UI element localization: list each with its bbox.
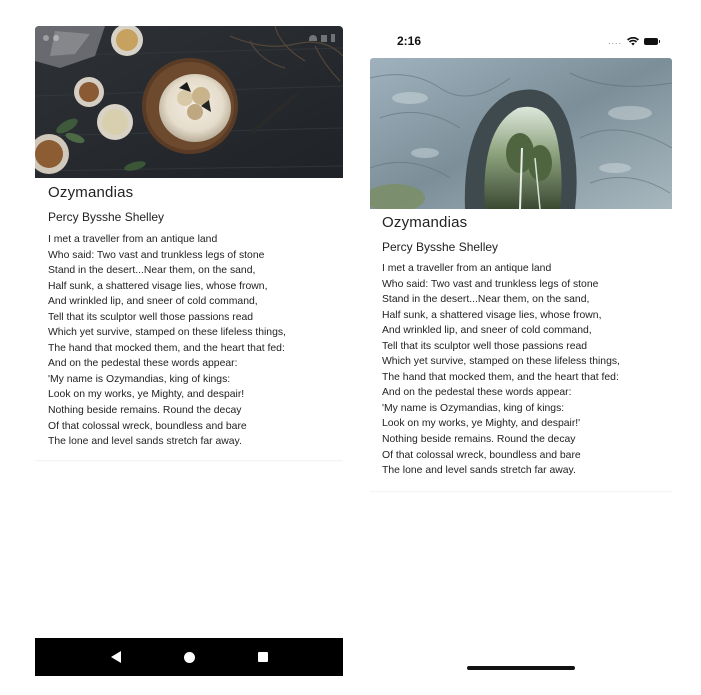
poem-author: Percy Bysshe Shelley [382, 240, 499, 254]
android-wifi-icon [309, 35, 317, 41]
home-circle-icon[interactable] [183, 651, 195, 663]
comparison-stage: Ozymandias Percy Bysshe Shelley I met a … [0, 0, 701, 695]
poem-line: The hand that mocked them, and the heart… [382, 371, 619, 383]
poem-line: Half sunk, a shattered visage lies, whos… [382, 309, 602, 321]
poem-line: Tell that its sculptor well those passio… [382, 340, 588, 352]
poem-line: The hand that mocked them, and the heart… [48, 342, 285, 354]
ios-status-bar: 2:16 .... [370, 26, 672, 56]
poem-line: Look on my works, ye Mighty, and despair… [48, 389, 245, 401]
ios-status-right: .... [607, 36, 660, 46]
poem-line: And wrinkled lip, and sneer of cold comm… [382, 325, 592, 337]
poem-line: Half sunk, a shattered visage lies, whos… [48, 280, 268, 292]
poem-line: The lone and level sands stretch far awa… [48, 436, 242, 448]
android-status-left [43, 35, 59, 41]
poem-title: Ozymandias [382, 214, 468, 231]
recents-square-icon[interactable] [257, 652, 268, 662]
android-screen: Ozymandias Percy Bysshe Shelley I met a … [35, 26, 343, 676]
poem-line: Look on my works, ye Mighty, and despair… [382, 418, 581, 430]
android-status-dot-icon-2 [53, 35, 59, 41]
android-status-dot-icon [43, 35, 49, 41]
stone-arch-photo [370, 58, 672, 209]
poem-line: Nothing beside remains. Round the decay [48, 405, 242, 417]
poem-text: I met a traveller from an antique land W… [382, 261, 620, 479]
poem-title: Ozymandias [48, 184, 134, 201]
poem-line: I met a traveller from an antique land [48, 234, 218, 245]
ios-hero-image [370, 58, 672, 209]
poem-line: Stand in the desert...Near them, on the … [382, 294, 590, 306]
android-signal-icon [321, 34, 327, 42]
poem-line: 'My name is Ozymandias, king of kings: [48, 373, 231, 385]
poem-line: And on the pedestal these words appear: [382, 387, 572, 399]
wifi-icon [627, 36, 639, 45]
android-battery-icon [331, 34, 335, 42]
poem-line: Of that colossal wreck, boundless and ba… [48, 420, 247, 432]
android-status-right [309, 34, 335, 42]
poem-line: 'My name is Ozymandias, king of kings: [382, 402, 565, 414]
poem-line: Stand in the desert...Near them, on the … [48, 265, 256, 277]
poem-line: Of that colossal wreck, boundless and ba… [382, 449, 581, 461]
poem-line: Who said: Two vast and trunkless legs of… [382, 278, 599, 290]
ios-signal-dots: .... [607, 36, 622, 46]
ios-home-indicator[interactable] [467, 666, 575, 670]
ios-status-time: 2:16 [397, 34, 422, 48]
poem-author: Percy Bysshe Shelley [48, 210, 165, 224]
poem-line: And wrinkled lip, and sneer of cold comm… [48, 296, 258, 308]
android-status-bar [35, 26, 343, 50]
poem-line: And on the pedestal these words appear: [48, 358, 238, 370]
poem-text: I met a traveller from an antique land W… [48, 232, 338, 450]
poem-line: I met a traveller from an antique land [382, 263, 552, 274]
poem-line: Tell that its sculptor well those passio… [48, 311, 254, 323]
ios-screen: 2:16 .... Ozymandias Percy Bysshe Shelle… [370, 26, 672, 676]
poem-line: The lone and level sands stretch far awa… [382, 465, 576, 477]
poem-line: Which yet survive, stamped on these life… [382, 356, 620, 368]
poem-line: Nothing beside remains. Round the decay [382, 434, 576, 446]
poem-line: Who said: Two vast and trunkless legs of… [48, 249, 265, 261]
battery-icon [644, 37, 660, 45]
android-navigation-bar [35, 638, 343, 676]
back-triangle-icon[interactable] [110, 651, 121, 663]
poem-line: Which yet survive, stamped on these life… [48, 327, 286, 339]
